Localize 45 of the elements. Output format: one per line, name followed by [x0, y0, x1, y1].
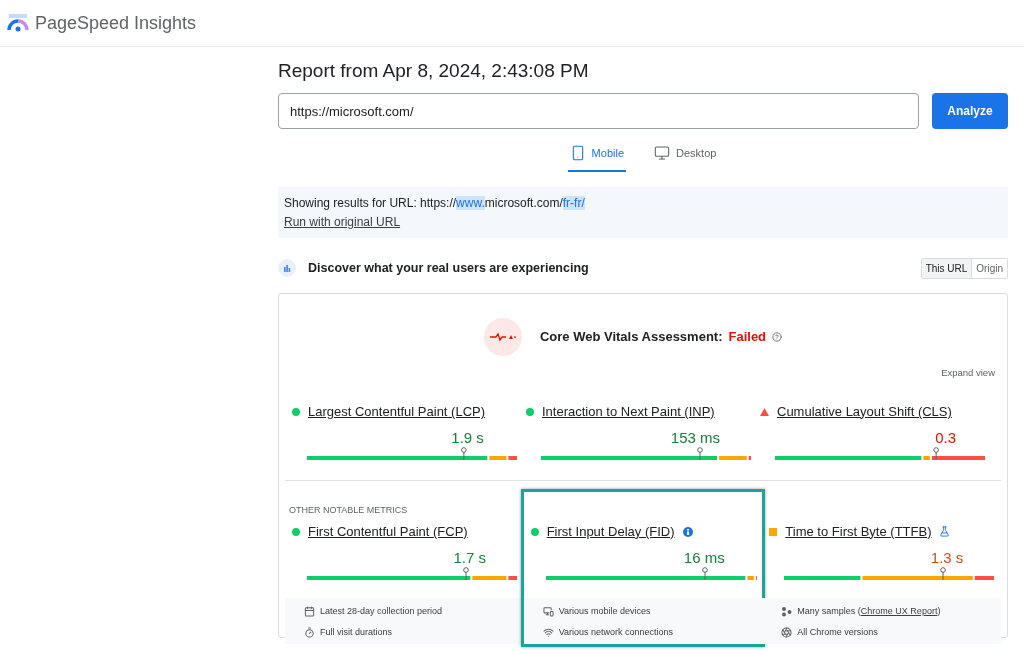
metric-link[interactable]: First Contentful Paint (FCP): [308, 521, 468, 542]
devices-icon: [542, 605, 554, 617]
device-tab[interactable]: Mobile: [567, 145, 626, 172]
info-note: Full visit durations: [320, 625, 393, 639]
info-note: Many samples (Chrome UX Report): [797, 604, 941, 618]
calendar-icon: [304, 605, 315, 617]
info-note: Latest 28-day collection period: [320, 604, 443, 618]
assessment-result: Failed: [728, 327, 767, 346]
section-label: OTHER NOTABLE METRICS: [289, 504, 408, 515]
assessment-label: Core Web Vitals Assessment:: [539, 327, 723, 346]
timer-icon: [304, 626, 315, 638]
original-url-link[interactable]: Run with original URL: [284, 212, 401, 231]
metric-value: 1.3 s: [930, 548, 964, 569]
device-tab[interactable]: Desktop: [652, 145, 719, 172]
info-note: Various mobile devices: [558, 604, 651, 618]
info-icon[interactable]: [682, 526, 693, 537]
metric-value: 16 ms: [683, 548, 725, 569]
metric-value: 0.3: [935, 428, 957, 449]
metric-value: 1.9 s: [451, 428, 484, 449]
section-heading: Discover what your real users are experiencing: [308, 259, 589, 277]
app-title: PageSpeed Insights: [35, 11, 197, 35]
gauge-logo-icon[interactable]: [7, 14, 29, 32]
report-title: Report from Apr 8, 2024, 2:43:08 PM: [278, 59, 590, 83]
url-input[interactable]: https://microsoft.com/: [278, 93, 919, 129]
flask-icon[interactable]: [939, 526, 951, 537]
metric-value: 1.7 s: [453, 548, 486, 569]
metric-link[interactable]: Cumulative Layout Shift (CLS): [777, 401, 952, 422]
users-chart-icon: [278, 259, 296, 277]
metric-link[interactable]: Interaction to Next Paint (INP): [542, 401, 715, 422]
wifi-icon: [542, 626, 554, 638]
notice-text: Showing results for URL: https://www.microsoft.com/fr-fr/: [284, 194, 586, 212]
metric-link[interactable]: Time to First Byte (TTFB): [785, 521, 932, 542]
dots-icon: [781, 605, 793, 617]
aperture-icon: [781, 626, 793, 638]
metric-link[interactable]: First Input Delay (FID): [546, 521, 675, 542]
help-icon[interactable]: [772, 331, 783, 342]
metric-value: 153 ms: [670, 428, 720, 449]
info-note: All Chrome versions: [797, 625, 878, 639]
metric-link[interactable]: Largest Contentful Paint (LCP): [308, 401, 486, 422]
expand-view-button[interactable]: Expand view: [941, 365, 995, 380]
info-note: Various network connections: [558, 625, 674, 639]
monitor-icon: [654, 145, 670, 162]
scope-option[interactable]: Origin: [971, 258, 1007, 278]
analyze-button[interactable]: Analyze: [932, 93, 1008, 129]
scope-option[interactable]: This URL: [921, 258, 972, 278]
